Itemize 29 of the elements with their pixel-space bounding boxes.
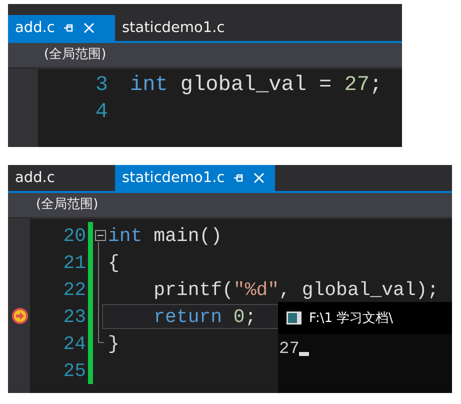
file-tab[interactable]: add.c xyxy=(8,15,115,41)
scope-dropdown[interactable]: (全局范围) xyxy=(8,43,402,69)
line-number: 23 xyxy=(62,306,86,328)
scope-dropdown[interactable]: (全局范围) xyxy=(8,193,452,219)
console-title: F:\1 学习文档\ xyxy=(309,310,394,327)
text-cursor xyxy=(299,352,310,356)
file-tab[interactable]: add.c xyxy=(8,165,115,191)
line-number: 20 xyxy=(62,224,86,246)
pin-icon[interactable] xyxy=(232,172,245,184)
file-tab[interactable]: staticdemo1.c xyxy=(115,165,275,191)
line-number: 3 xyxy=(94,74,108,97)
code-line: } xyxy=(108,332,120,354)
code-line: { xyxy=(108,252,120,274)
line-number: 24 xyxy=(62,332,86,354)
close-icon[interactable] xyxy=(82,22,95,34)
line-number: 22 xyxy=(62,278,86,300)
file-tab[interactable]: staticdemo1.c xyxy=(115,15,235,41)
console-app-icon xyxy=(286,311,302,325)
line-number: 4 xyxy=(94,101,108,124)
close-icon[interactable] xyxy=(252,172,265,184)
line-number: 25 xyxy=(62,360,86,382)
code-line: int global_val = 27; xyxy=(130,74,382,97)
pin-icon[interactable] xyxy=(62,22,75,34)
code-line: int main() xyxy=(108,224,222,246)
collapse-icon[interactable] xyxy=(95,230,106,241)
code-line: return 0; xyxy=(152,306,256,328)
console-output: 27 xyxy=(279,340,300,359)
code-line: printf("%d", global_val); xyxy=(152,278,439,300)
line-number: 21 xyxy=(62,252,86,274)
